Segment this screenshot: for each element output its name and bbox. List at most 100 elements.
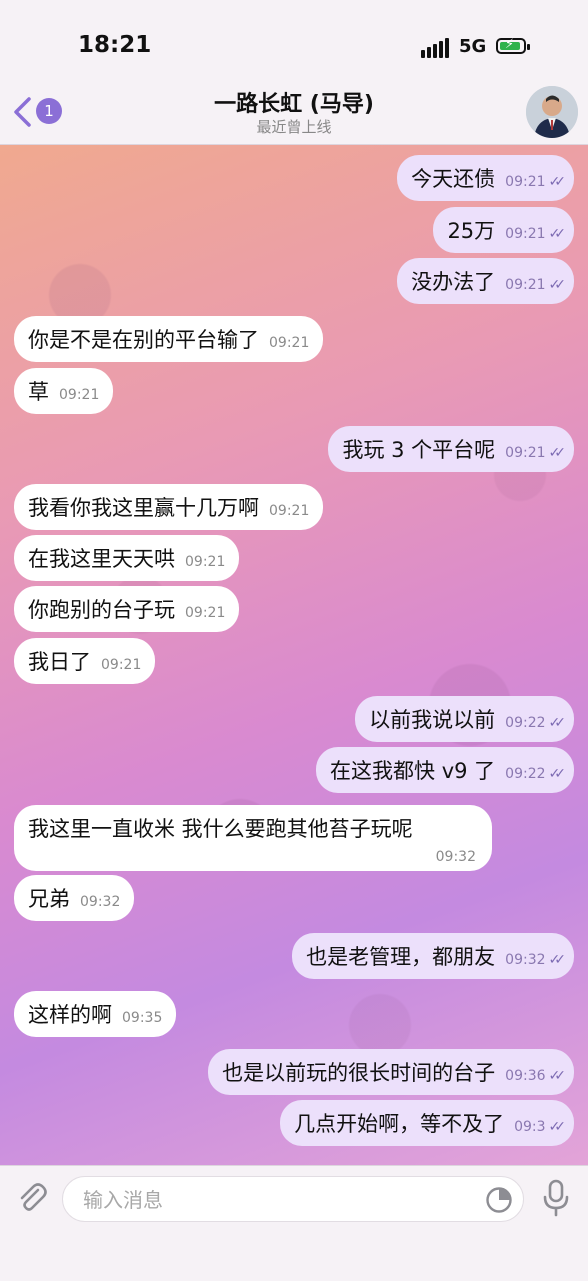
message-meta: 09:35	[122, 1010, 162, 1026]
read-receipt-icon: ✓✓	[548, 1068, 567, 1084]
sticker-button[interactable]	[485, 1186, 513, 1214]
voice-record-button[interactable]	[540, 1178, 572, 1218]
chevron-left-icon	[14, 97, 31, 127]
message-meta: 09:21	[269, 503, 309, 519]
message-list[interactable]: 今天还债 09:21 ✓✓ 25万 09:21 ✓✓ 没办法了 09:21 ✓✓ 你是不是在别的平…	[0, 145, 588, 1165]
read-receipt-icon: ✓✓	[548, 1119, 567, 1135]
message-meta: 09:21	[185, 605, 225, 621]
outgoing-message[interactable]: 没办法了 09:21 ✓✓	[397, 258, 574, 304]
message-text: 在我这里天天哄	[28, 547, 175, 571]
message-text: 你跑别的台子玩	[28, 598, 175, 622]
message-time: 09:21	[101, 657, 142, 673]
read-receipt-icon: ✓✓	[548, 174, 567, 190]
incoming-message[interactable]: 我看你我这里赢十几万啊 09:21	[14, 484, 324, 530]
status-time: 18:21	[78, 32, 152, 58]
outgoing-message[interactable]: 在这我都快 v9 了 09:22 ✓✓	[316, 747, 574, 793]
message-text: 在这我都快 v9 了	[330, 759, 496, 783]
message-meta: 09:22 ✓✓	[505, 766, 567, 782]
message-meta: 09:21 ✓✓	[505, 277, 567, 293]
signal-icon	[421, 38, 451, 58]
message-text: 几点开始啊，等不及了	[294, 1112, 505, 1136]
read-receipt-icon: ✓✓	[548, 277, 567, 293]
message-time: 09:21	[269, 503, 310, 519]
message-meta: 09:21 ✓✓	[505, 174, 567, 190]
incoming-message[interactable]: 兄弟 09:32	[14, 875, 135, 921]
message-text: 也是以前玩的很长时间的台子	[222, 1061, 496, 1085]
chat-header: 一路长虹 (马导) 最近曾上线 1	[0, 80, 588, 145]
message-meta: 09:21	[59, 387, 99, 403]
message-time: 09:21	[269, 335, 310, 351]
incoming-message[interactable]: 我日了 09:21	[14, 638, 156, 684]
chat-title[interactable]: 一路长虹 (马导)	[0, 86, 588, 118]
message-meta: 09:21	[185, 554, 225, 570]
message-time: 09:21	[505, 277, 546, 293]
read-receipt-icon: ✓✓	[548, 952, 567, 968]
message-time: 09:3	[514, 1119, 546, 1135]
message-text: 我看你我这里赢十几万啊	[28, 496, 259, 520]
avatar[interactable]	[526, 86, 578, 138]
message-text: 25万	[447, 219, 496, 243]
message-meta: 09:36 ✓✓	[505, 1068, 567, 1084]
message-time: 09:22	[505, 766, 546, 782]
outgoing-message[interactable]: 几点开始啊，等不及了 09:3 ✓✓	[280, 1100, 574, 1146]
message-text: 我这里一直收米 我什么要跑其他苔子玩呢	[28, 817, 413, 841]
message-text: 没办法了	[411, 270, 496, 294]
back-button[interactable]: 1	[12, 96, 72, 128]
outgoing-message[interactable]: 今天还债 09:21 ✓✓	[397, 155, 574, 201]
network-type: 5G	[459, 36, 487, 57]
microphone-icon	[543, 1179, 569, 1217]
message-time: 09:21	[505, 445, 546, 461]
message-text: 也是老管理，都朋友	[306, 945, 496, 969]
message-field	[62, 1176, 524, 1223]
message-time: 09:35	[122, 1010, 163, 1026]
message-text: 兄弟	[28, 887, 70, 911]
message-text: 这样的啊	[28, 1003, 112, 1027]
incoming-message[interactable]: 在我这里天天哄 09:21	[14, 535, 240, 581]
message-text: 我日了	[28, 650, 91, 674]
message-time: 09:21	[505, 226, 546, 242]
battery-icon: ⚡	[496, 37, 530, 54]
message-meta: 09:3 ✓✓	[514, 1119, 567, 1135]
message-text: 你是不是在别的平台输了	[28, 328, 259, 352]
incoming-message[interactable]: 草 09:21	[14, 368, 114, 414]
outgoing-message[interactable]: 以前我说以前 09:22 ✓✓	[355, 696, 574, 742]
outgoing-message[interactable]: 25万 09:21 ✓✓	[433, 207, 574, 253]
outgoing-message[interactable]: 也是老管理，都朋友 09:32 ✓✓	[292, 933, 574, 979]
message-meta: 09:22 ✓✓	[505, 715, 567, 731]
status-bar: 18:21 5G ⚡	[0, 0, 588, 80]
message-meta: 09:21 ✓✓	[505, 445, 567, 461]
message-time: 09:21	[59, 387, 100, 403]
incoming-message[interactable]: 你是不是在别的平台输了 09:21	[14, 316, 324, 362]
read-receipt-icon: ✓✓	[548, 226, 567, 242]
incoming-message[interactable]: 这样的啊 09:35	[14, 991, 177, 1037]
incoming-message[interactable]: 我这里一直收米 我什么要跑其他苔子玩呢 09:32	[14, 805, 492, 871]
message-meta: 09:32	[436, 849, 476, 865]
message-text: 我玩 3 个平台呢	[342, 438, 496, 462]
read-receipt-icon: ✓✓	[548, 445, 567, 461]
message-time: 09:21	[185, 554, 226, 570]
message-time: 09:32	[505, 952, 546, 968]
message-meta: 09:32 ✓✓	[505, 952, 567, 968]
message-time: 09:32	[435, 849, 476, 865]
paperclip-icon	[20, 1183, 47, 1211]
composer-bar	[0, 1165, 588, 1281]
message-meta: 09:21 ✓✓	[505, 226, 567, 242]
message-text: 草	[28, 380, 49, 404]
message-text: 今天还债	[411, 167, 496, 191]
outgoing-message[interactable]: 我玩 3 个平台呢 09:21 ✓✓	[328, 426, 574, 472]
read-receipt-icon: ✓✓	[548, 766, 567, 782]
message-time: 09:21	[505, 174, 546, 190]
message-time: 09:21	[185, 605, 226, 621]
message-meta: 09:32	[80, 894, 120, 910]
chat-subtitle: 最近曾上线	[256, 118, 332, 136]
attach-button[interactable]	[14, 1180, 50, 1216]
incoming-message[interactable]: 你跑别的台子玩 09:21	[14, 586, 240, 632]
message-meta: 09:21	[101, 657, 141, 673]
message-input[interactable]	[81, 1177, 475, 1223]
message-meta: 09:21	[269, 335, 309, 351]
message-time: 09:36	[505, 1068, 546, 1084]
outgoing-message[interactable]: 也是以前玩的很长时间的台子 09:36 ✓✓	[208, 1049, 574, 1095]
read-receipt-icon: ✓✓	[548, 715, 567, 731]
message-time: 09:22	[505, 715, 546, 731]
unread-badge: 1	[36, 98, 62, 124]
